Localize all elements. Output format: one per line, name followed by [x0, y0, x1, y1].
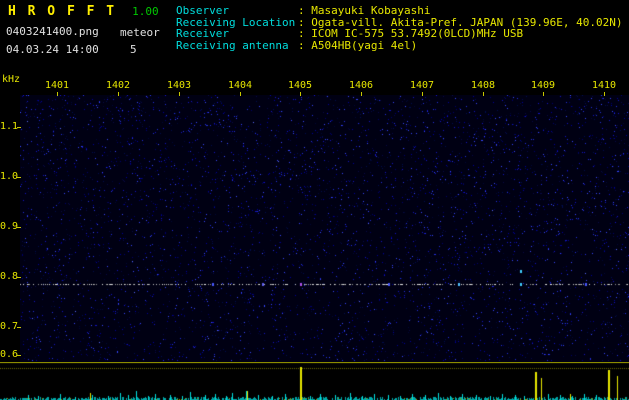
- y-axis-unit-label: kHz: [2, 74, 21, 85]
- header-value: : Masayuki Kobayashi: [298, 4, 431, 17]
- x-tick-label: 1402: [105, 80, 131, 91]
- y-tick-label: 0.6: [0, 349, 19, 360]
- spectrogram-canvas: [20, 95, 629, 362]
- signal-level-panel: [0, 362, 629, 400]
- hrofft-output: H R O F F T 1.00 0403241400.png meteor 0…: [0, 0, 629, 400]
- x-tick-mark: [361, 92, 362, 96]
- y-tick-label: 0.9: [0, 221, 19, 232]
- y-tick-mark: [17, 355, 21, 356]
- x-tick-label: 1405: [287, 80, 313, 91]
- x-tick-label: 1401: [44, 80, 70, 91]
- y-tick-label: 0.7: [0, 321, 19, 332]
- app-version: 1.00: [132, 5, 159, 18]
- header-label: Observer: [176, 4, 229, 17]
- datetime-label: 04.03.24 14:00: [6, 43, 99, 56]
- y-tick-mark: [17, 327, 21, 328]
- y-tick-label: 0.8: [0, 271, 19, 282]
- y-tick-mark: [17, 277, 21, 278]
- x-tick-mark: [179, 92, 180, 96]
- x-tick-mark: [300, 92, 301, 96]
- x-tick-mark: [118, 92, 119, 96]
- x-tick-label: 1404: [227, 80, 253, 91]
- header-row: Observer : Masayuki Kobayashi: [176, 5, 623, 17]
- y-tick-mark: [17, 227, 21, 228]
- y-tick-mark: [17, 177, 21, 178]
- x-tick-label: 1406: [348, 80, 374, 91]
- header-label: Receiver: [176, 27, 229, 40]
- x-tick-mark: [604, 92, 605, 96]
- header-value: : ICOM IC-575 53.7492(0LCD)MHz USB: [298, 27, 524, 40]
- y-tick-label: 1.0: [0, 171, 19, 182]
- x-tick-mark: [483, 92, 484, 96]
- app-title-row: H R O F F T 1.00: [8, 4, 159, 19]
- x-tick-label: 1410: [591, 80, 617, 91]
- x-tick-label: 1407: [409, 80, 435, 91]
- x-tick-mark: [422, 92, 423, 96]
- x-tick-mark: [57, 92, 58, 96]
- header-row: Receiving antenna : A504HB(yagi 4el): [176, 38, 623, 52]
- x-tick-label: 1408: [470, 80, 496, 91]
- y-tick-mark: [17, 127, 21, 128]
- x-tick-mark: [543, 92, 544, 96]
- header-info: Observer: Masayuki Kobayashi Receiving Lo…: [176, 5, 623, 51]
- spectrogram-region: kHz 1401 1402 1403 1404 1405 1406 1407 1408 1409…: [0, 70, 629, 362]
- app-title: H R O F F T: [8, 4, 117, 19]
- header-row: Receiver : ICOM IC-575 53.7492(0LCD)MHz U…: [176, 28, 623, 40]
- meteor-count: 5: [130, 43, 137, 56]
- output-filename: 0403241400.png: [6, 25, 99, 38]
- y-tick-label: 1.1: [0, 121, 19, 132]
- x-tick-label: 1403: [166, 80, 192, 91]
- mode-label: meteor: [120, 26, 160, 39]
- x-tick-mark: [240, 92, 241, 96]
- x-tick-label: 1409: [530, 80, 556, 91]
- header-label: Receiving antenna: [176, 38, 289, 52]
- header-value: : A504HB(yagi 4el): [298, 38, 418, 52]
